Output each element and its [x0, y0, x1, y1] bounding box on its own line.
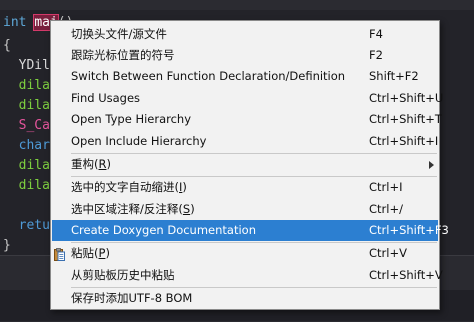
menu-item-shortcut: F4 [369, 27, 383, 41]
menu-item-paste[interactable]: 粘贴(P) Ctrl+V [52, 243, 438, 264]
menu-item-shortcut: Ctrl+Shift+T [369, 112, 442, 126]
code-keyword: int [3, 15, 35, 30]
menu-item-label: 选中区域注释/反注释(S) [71, 202, 195, 216]
code-line-7: char [3, 138, 50, 153]
menu-item-label: 粘贴(P) [71, 246, 110, 260]
menu-item-find-usages[interactable]: Find Usages Ctrl+Shift+U [52, 88, 443, 109]
menu-item-label: 重构(R) [71, 157, 111, 171]
code-line-2: { [3, 38, 11, 53]
menu-item-shortcut: Ctrl+Shift+V [369, 268, 443, 282]
menu-item-label: Create Doxygen Documentation [71, 223, 256, 237]
editor-top-bar [0, 0, 474, 10]
menu-item-add-utf8-bom-on-save[interactable]: 保存时添加UTF-8 BOM [52, 288, 438, 309]
submenu-arrow-icon [429, 161, 434, 169]
menu-item-label: Find Usages [71, 91, 141, 105]
menu-item-label: Open Type Hierarchy [71, 112, 192, 126]
menu-item-label: Switch Between Function Declaration/Defi… [71, 69, 346, 83]
code-line-6: S_Ca [3, 118, 50, 133]
menu-item-label: Open Include Hierarchy [71, 134, 207, 148]
menu-item-shortcut: Ctrl+/ [369, 202, 403, 216]
menu-item-shortcut: Ctrl+I [369, 180, 403, 194]
menu-item-shortcut: Ctrl+V [369, 246, 407, 260]
menu-item-label: 跟踪光标位置的符号 [71, 48, 175, 62]
menu-item-shortcut: Shift+F2 [369, 69, 419, 83]
context-menu: 切换头文件/源文件 F4 跟踪光标位置的符号 F2 Switch Between… [50, 20, 449, 310]
paste-icon [54, 247, 65, 261]
menu-item-shortcut: Ctrl+Shift+F3 [369, 223, 449, 237]
menu-item-create-doxygen-documentation[interactable]: Create Doxygen Documentation Ctrl+Shift+… [52, 220, 449, 241]
menu-item-shortcut: Ctrl+Shift+I [369, 134, 439, 148]
menu-item-auto-indent-selection[interactable]: 选中的文字自动缩进(I) Ctrl+I [52, 177, 438, 198]
menu-item-switch-header-source[interactable]: 切换头文件/源文件 F4 [52, 24, 438, 45]
menu-item-open-type-hierarchy[interactable]: Open Type Hierarchy Ctrl+Shift+T [52, 109, 442, 130]
menu-item-open-include-hierarchy[interactable]: Open Include Hierarchy Ctrl+Shift+I [52, 131, 438, 152]
menu-item-refactor[interactable]: 重构(R) [52, 154, 438, 175]
menu-item-label: 保存时添加UTF-8 BOM [71, 291, 193, 305]
code-line-11: retu [3, 218, 50, 233]
menu-item-paste-from-history[interactable]: 从剪贴板历史中粘贴 Ctrl+Shift+V [52, 265, 443, 286]
menu-item-shortcut: Ctrl+Shift+U [369, 91, 444, 105]
menu-item-label: 选中的文字自动缩进(I) [71, 180, 187, 194]
code-line-12: } [3, 238, 11, 253]
menu-item-label: 从剪贴板历史中粘贴 [71, 268, 175, 282]
menu-item-switch-declaration-definition[interactable]: Switch Between Function Declaration/Defi… [52, 66, 438, 87]
menu-item-toggle-comment-selection[interactable]: 选中区域注释/反注释(S) Ctrl+/ [52, 199, 438, 220]
menu-item-shortcut: F2 [369, 48, 383, 62]
menu-item-follow-symbol[interactable]: 跟踪光标位置的符号 F2 [52, 45, 438, 66]
menu-item-label: 切换头文件/源文件 [71, 27, 167, 41]
